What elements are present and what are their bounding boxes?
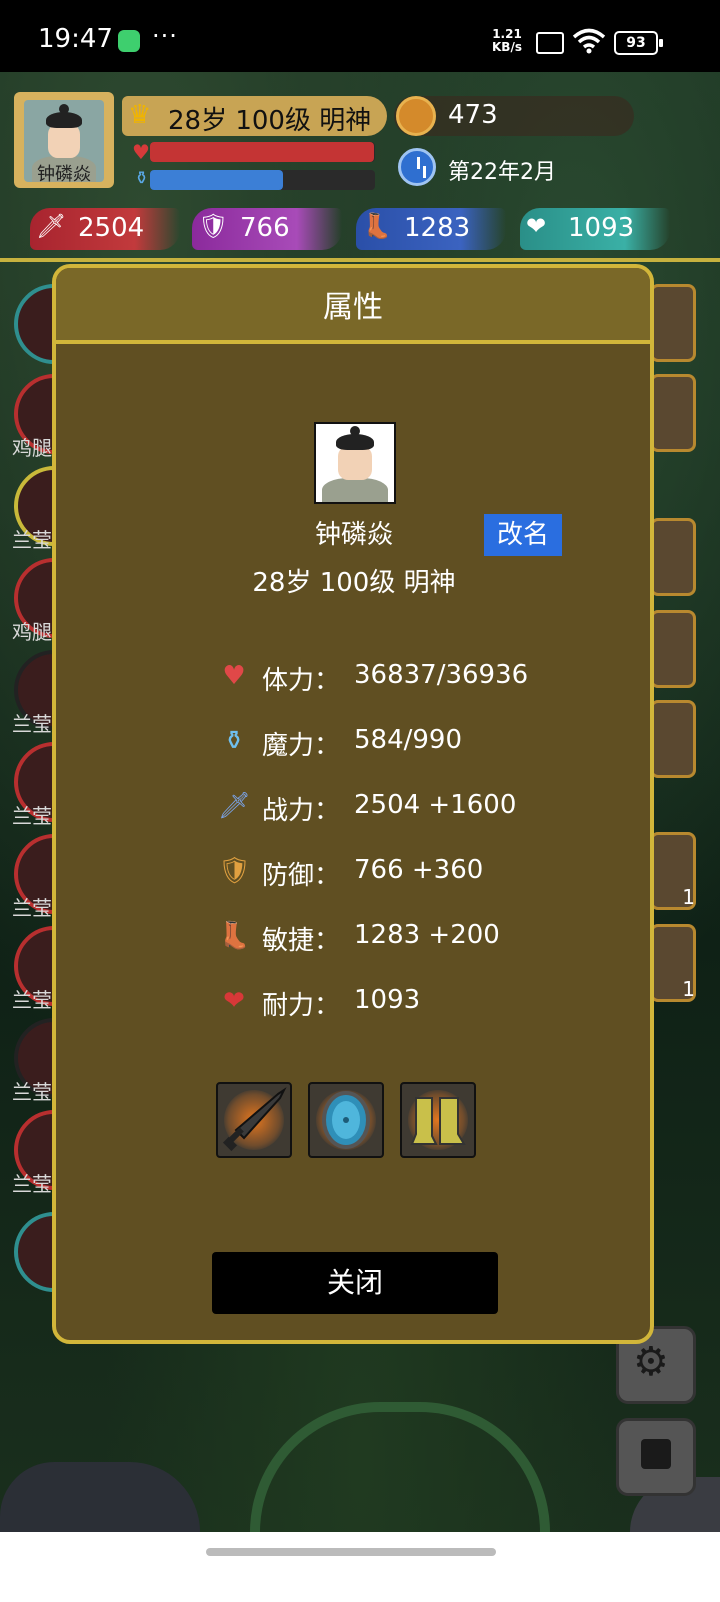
attribute-value: 2504 +1600 [354, 790, 517, 820]
date-value: 第22年2月 [448, 160, 556, 185]
attributes-dialog: 属性 钟磷焱 改名 28岁 100级 明神 ♥ 体力： 36837/36936 … [52, 264, 654, 1344]
sword-item[interactable] [650, 518, 696, 596]
attack-stat: 🗡 2504 [30, 208, 180, 250]
level-text: 28岁 100级 明神 [168, 106, 372, 136]
heart-icon: ♥ [222, 661, 246, 691]
character-level: 28岁 100级 明神 [252, 568, 456, 598]
agility-value: 1283 [404, 213, 471, 243]
hp-bar-fill [150, 142, 375, 162]
battery-indicator: 93 [614, 31, 663, 55]
game-date: 第22年2月 [398, 146, 638, 190]
vine-decoration [250, 1402, 550, 1532]
agility-stat: 👢 1283 [356, 208, 506, 250]
shield-equipment-icon [322, 1091, 370, 1149]
sword-icon: 🗡 [36, 212, 67, 240]
navigation-bar [0, 1532, 720, 1602]
gold-counter: 473 [394, 96, 634, 136]
attribute-value: 1283 +200 [354, 920, 500, 950]
heart-plus-icon: ❤ [526, 212, 547, 240]
defense-value: 766 [240, 213, 290, 243]
network-speed-unit: KB/s [492, 40, 522, 54]
boot-icon: 👢 [362, 212, 392, 240]
level-banner: ♛ 28岁 100级 明神 [122, 96, 387, 136]
attribute-value: 36837/36936 [354, 660, 529, 690]
shield-item[interactable] [650, 610, 696, 688]
character-portrait [314, 422, 396, 504]
header-divider [0, 258, 720, 262]
attribute-label: 魔力： [262, 731, 341, 761]
item-label: 兰莹 [12, 896, 52, 920]
endurance-stat: ❤ 1093 [520, 208, 670, 250]
attribute-value: 1093 [354, 985, 421, 1015]
equipped-boots-slot[interactable] [400, 1082, 476, 1158]
scroll-item[interactable] [650, 284, 696, 362]
mp-bar [150, 170, 375, 190]
more-notifications-icon: ··· [152, 22, 178, 50]
heart-plus-icon: ❤ [223, 986, 245, 1016]
mp-bar-fill [150, 170, 283, 190]
no-sim-icon [536, 32, 564, 54]
rename-button[interactable]: 改名 [484, 514, 562, 556]
mana-potion-icon: ⚱ [223, 726, 245, 756]
avatar-name: 钟磷焱 [37, 164, 91, 185]
item-count: 1 [682, 885, 695, 909]
sword-equipment-icon [222, 1087, 287, 1152]
network-speed: 1.21 KB/s [492, 28, 522, 54]
hp-heart-icon: ♥ [132, 140, 150, 164]
equipped-armor-slot[interactable] [308, 1082, 384, 1158]
item-label: 鸡腿 [12, 620, 52, 644]
item-label: 兰莹 [12, 712, 52, 736]
boot-icon: 👢 [218, 921, 251, 951]
clock-icon [398, 148, 436, 186]
attribute-label: 防御： [262, 861, 341, 891]
home-indicator[interactable] [206, 1548, 496, 1556]
crown-icon: ♛ [128, 100, 152, 130]
sword-icon: 🗡 [218, 791, 252, 821]
dialog-title: 属性 [323, 290, 383, 325]
boots-item[interactable] [650, 700, 696, 778]
player-avatar[interactable]: 钟磷焱 [14, 92, 114, 188]
attribute-label: 体力： [262, 666, 341, 696]
rock-decoration [0, 1462, 200, 1532]
attribute-label: 战力： [262, 796, 341, 826]
attack-value: 2504 [78, 213, 145, 243]
defense-stat: 🛡 766 [192, 208, 342, 250]
item-label: 兰莹 [12, 528, 52, 552]
endurance-value: 1093 [568, 213, 635, 243]
character-name: 钟磷焱 [314, 520, 393, 550]
close-button[interactable]: 关闭 [212, 1252, 498, 1314]
attribute-label: 敏捷： [262, 926, 341, 956]
book-item[interactable] [650, 374, 696, 452]
item-label: 兰莹 [12, 988, 52, 1012]
status-bar: 19:47 ··· 1.21 KB/s 93 [0, 0, 720, 72]
item-count: 1 [682, 977, 695, 1001]
shield-icon: 🛡 [198, 212, 229, 240]
wifi-icon [572, 28, 606, 54]
dialog-header: 属性 [56, 268, 650, 344]
coin-icon [396, 96, 436, 136]
status-time: 19:47 [38, 24, 113, 54]
attribute-value: 766 +360 [354, 855, 484, 885]
item-label: 兰莹 [12, 1172, 52, 1196]
item-label: 鸡腿 [12, 436, 52, 460]
item-label: 兰莹 [12, 1080, 52, 1104]
item-label: 兰莹 [12, 804, 52, 828]
red-potion-item[interactable]: 1 [650, 832, 696, 910]
app-notification-icon [118, 30, 140, 52]
attribute-label: 耐力： [262, 991, 341, 1021]
hp-bar [150, 142, 375, 162]
mp-potion-icon: ⚱ [134, 168, 150, 189]
boots-equipment-icon [410, 1097, 466, 1145]
attribute-value: 584/990 [354, 725, 463, 755]
gold-value: 473 [448, 100, 498, 130]
gear-icon: ⚙ [633, 1339, 669, 1385]
shield-icon: 🛡 [218, 856, 252, 886]
save-button[interactable] [616, 1418, 696, 1496]
blue-potion-item[interactable]: 1 [650, 924, 696, 1002]
equipped-weapon-slot[interactable] [216, 1082, 292, 1158]
save-icon [641, 1439, 671, 1469]
